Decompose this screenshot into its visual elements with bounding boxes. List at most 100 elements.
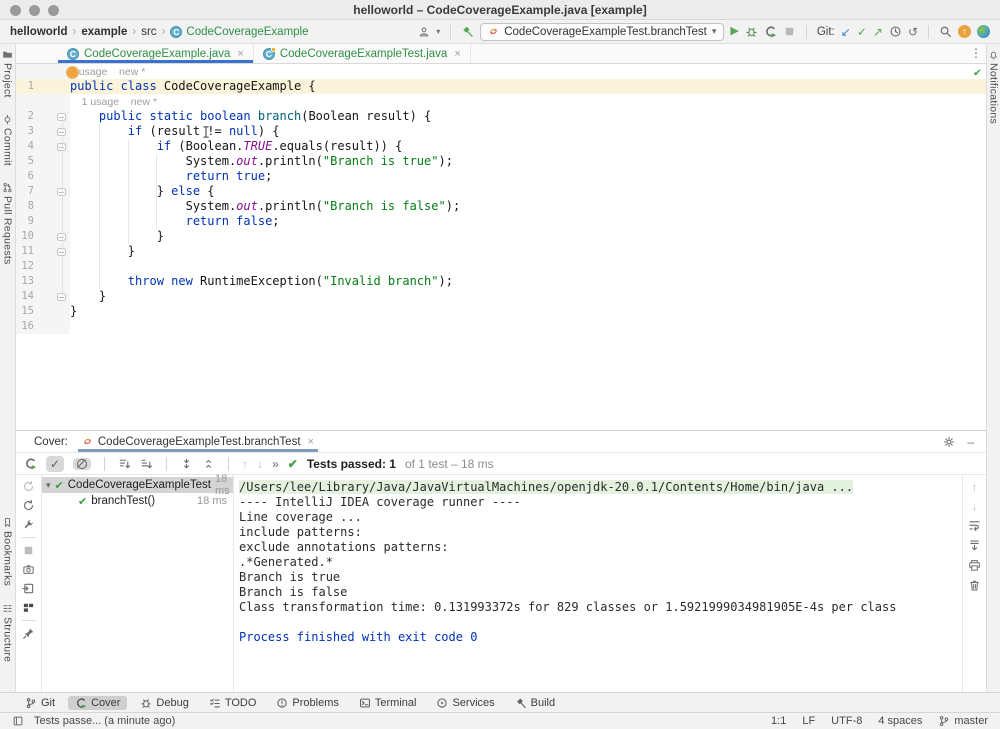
console-line[interactable]: include patterns:	[239, 525, 962, 540]
git-push-icon[interactable]: ↗	[873, 26, 883, 38]
usage-hint[interactable]: 1 usage new *	[70, 66, 145, 78]
code-text[interactable]: public static boolean branch(Boolean res…	[70, 109, 986, 124]
stripe-item-structure[interactable]: Structure	[2, 603, 14, 662]
toolwindow-button-cover[interactable]: Cover	[68, 696, 127, 710]
code-text[interactable]: 1 usage new *	[70, 64, 986, 79]
stripe-item-bookmarks[interactable]: Bookmarks	[2, 517, 14, 586]
code-text[interactable]: public class CodeCoverageExample {	[70, 79, 986, 94]
print-icon[interactable]	[968, 559, 981, 572]
status-item-master[interactable]: master	[938, 715, 988, 727]
update-available-icon[interactable]: ↑	[958, 25, 971, 38]
run-configuration-select[interactable]: CodeCoverageExampleTest.branchTest ▾	[480, 23, 724, 41]
layout-options-icon[interactable]	[22, 601, 35, 614]
sort-by-duration-icon[interactable]	[140, 457, 153, 470]
breadcrumb-item[interactable]: src	[141, 26, 156, 38]
status-message[interactable]: Tests passe... (a minute ago)	[34, 715, 175, 727]
gutter-cell[interactable]	[16, 64, 70, 79]
toolwindow-button-todo[interactable]: TODO	[202, 696, 264, 710]
toolwindow-button-terminal[interactable]: Terminal	[352, 696, 424, 710]
code-text[interactable]: }	[70, 304, 986, 319]
cover-tab[interactable]: CodeCoverageExampleTest.branchTest ×	[78, 431, 318, 452]
rollback-icon[interactable]: ↺	[908, 26, 918, 38]
code-text[interactable]	[70, 259, 986, 274]
code-editor[interactable]: 1 usage new *1public class CodeCoverageE…	[16, 64, 986, 430]
console-line[interactable]: .*Generated.*	[239, 555, 962, 570]
git-update-icon[interactable]: ↙	[841, 26, 851, 38]
stop-icon[interactable]	[22, 544, 35, 557]
code-text[interactable]: 1 usage new *	[70, 94, 986, 109]
console-output[interactable]: /Users/lee/Library/Java/JavaVirtualMachi…	[234, 475, 962, 692]
code-text[interactable]: if (Boolean.TRUE.equals(result)) {	[70, 139, 986, 154]
rerun-icon[interactable]	[22, 499, 35, 512]
show-ignored-toggle[interactable]	[73, 458, 91, 470]
status-item-1-1[interactable]: 1:1	[771, 715, 786, 727]
gutter-cell[interactable]: 1	[16, 79, 70, 94]
toolwindow-button-build[interactable]: Build	[508, 696, 562, 710]
next-occurrence-icon[interactable]: ↓	[257, 458, 263, 470]
breadcrumb-item[interactable]: helloworld	[10, 26, 68, 38]
code-text[interactable]: throw new RuntimeException("Invalid bran…	[70, 274, 986, 289]
code-text[interactable]: return false;	[70, 214, 986, 229]
inspections-ok-icon[interactable]: ✔	[974, 65, 981, 79]
run-button[interactable]: ▶	[730, 26, 738, 37]
snapshot-camera-icon[interactable]	[22, 563, 35, 576]
code-text[interactable]	[70, 319, 986, 334]
console-line[interactable]	[239, 615, 962, 630]
hide-panel-icon[interactable]: –	[967, 435, 974, 449]
editor-tab[interactable]: CCodeCoverageExampleTest.java×	[254, 44, 471, 63]
history-clock-icon[interactable]	[889, 25, 902, 38]
code-text[interactable]: }	[70, 289, 986, 304]
console-line[interactable]: exclude annotations patterns:	[239, 540, 962, 555]
console-line[interactable]: Line coverage ...	[239, 510, 962, 525]
chevron-down-icon[interactable]: ▾	[436, 28, 440, 36]
rerun-with-coverage-icon[interactable]	[24, 457, 37, 470]
show-passed-toggle[interactable]: ✓	[46, 456, 64, 472]
toolwindow-button-services[interactable]: Services	[429, 696, 501, 710]
more-tabs-icon[interactable]: ⋮	[970, 46, 982, 60]
console-line[interactable]: Class transformation time: 0.131993372s …	[239, 600, 962, 615]
console-line[interactable]: Branch is false	[239, 585, 962, 600]
clear-console-icon[interactable]	[968, 579, 981, 592]
debug-button[interactable]	[745, 25, 758, 38]
status-item-lf[interactable]: LF	[802, 715, 815, 727]
more-actions-icon[interactable]: »	[272, 458, 279, 470]
code-text[interactable]: }	[70, 229, 986, 244]
scroll-to-end-icon[interactable]	[968, 539, 981, 552]
code-text[interactable]: System.out.println("Branch is false");	[70, 199, 986, 214]
toolwindow-button-git[interactable]: Git	[18, 696, 62, 710]
soft-wrap-icon[interactable]	[968, 519, 981, 532]
close-icon[interactable]: ×	[454, 48, 460, 60]
zoom-window-button[interactable]	[48, 5, 59, 16]
toolwindow-button-debug[interactable]: Debug	[133, 696, 195, 710]
code-text[interactable]: }	[70, 244, 986, 259]
down-stack-trace-icon[interactable]: ↓	[972, 500, 978, 512]
close-icon[interactable]: ×	[308, 436, 314, 448]
status-item-4-spaces[interactable]: 4 spaces	[878, 715, 922, 727]
expand-all-icon[interactable]	[180, 457, 193, 470]
up-stack-trace-icon[interactable]: ↑	[972, 481, 978, 493]
build-hammer-icon[interactable]	[461, 25, 474, 38]
code-text[interactable]: } else {	[70, 184, 986, 199]
rerun-failed-tests-icon[interactable]	[22, 480, 35, 493]
code-with-me-users-icon[interactable]	[418, 26, 430, 38]
previous-occurrence-icon[interactable]: ↑	[242, 458, 248, 470]
close-icon[interactable]: ×	[237, 48, 243, 60]
toolwindow-toggle-icon[interactable]	[12, 715, 24, 727]
close-window-button[interactable]	[10, 5, 21, 16]
console-line[interactable]: Branch is true	[239, 570, 962, 585]
sort-alphabetically-icon[interactable]	[118, 457, 131, 470]
globe-icon[interactable]	[977, 25, 990, 38]
run-with-coverage-button[interactable]	[764, 25, 777, 38]
breadcrumb-item[interactable]: example	[81, 26, 127, 38]
code-text[interactable]: System.out.println("Branch is true");	[70, 154, 986, 169]
stripe-item-notifications[interactable]: Notifications	[988, 49, 1000, 124]
gutter-cell[interactable]: 16	[16, 319, 70, 334]
console-line[interactable]: ---- IntelliJ IDEA coverage runner ----	[239, 495, 962, 510]
pin-icon[interactable]	[22, 627, 35, 640]
test-tree-row[interactable]: ✔branchTest()18 ms	[42, 493, 233, 509]
import-test-results-icon[interactable]	[22, 582, 35, 595]
usage-hint[interactable]: 1 usage new *	[70, 96, 157, 108]
gutter-cell[interactable]: 15	[16, 304, 70, 319]
test-tree-row[interactable]: ▾✔CodeCoverageExampleTest18 ms	[42, 477, 233, 493]
search-everywhere-icon[interactable]	[939, 25, 952, 38]
